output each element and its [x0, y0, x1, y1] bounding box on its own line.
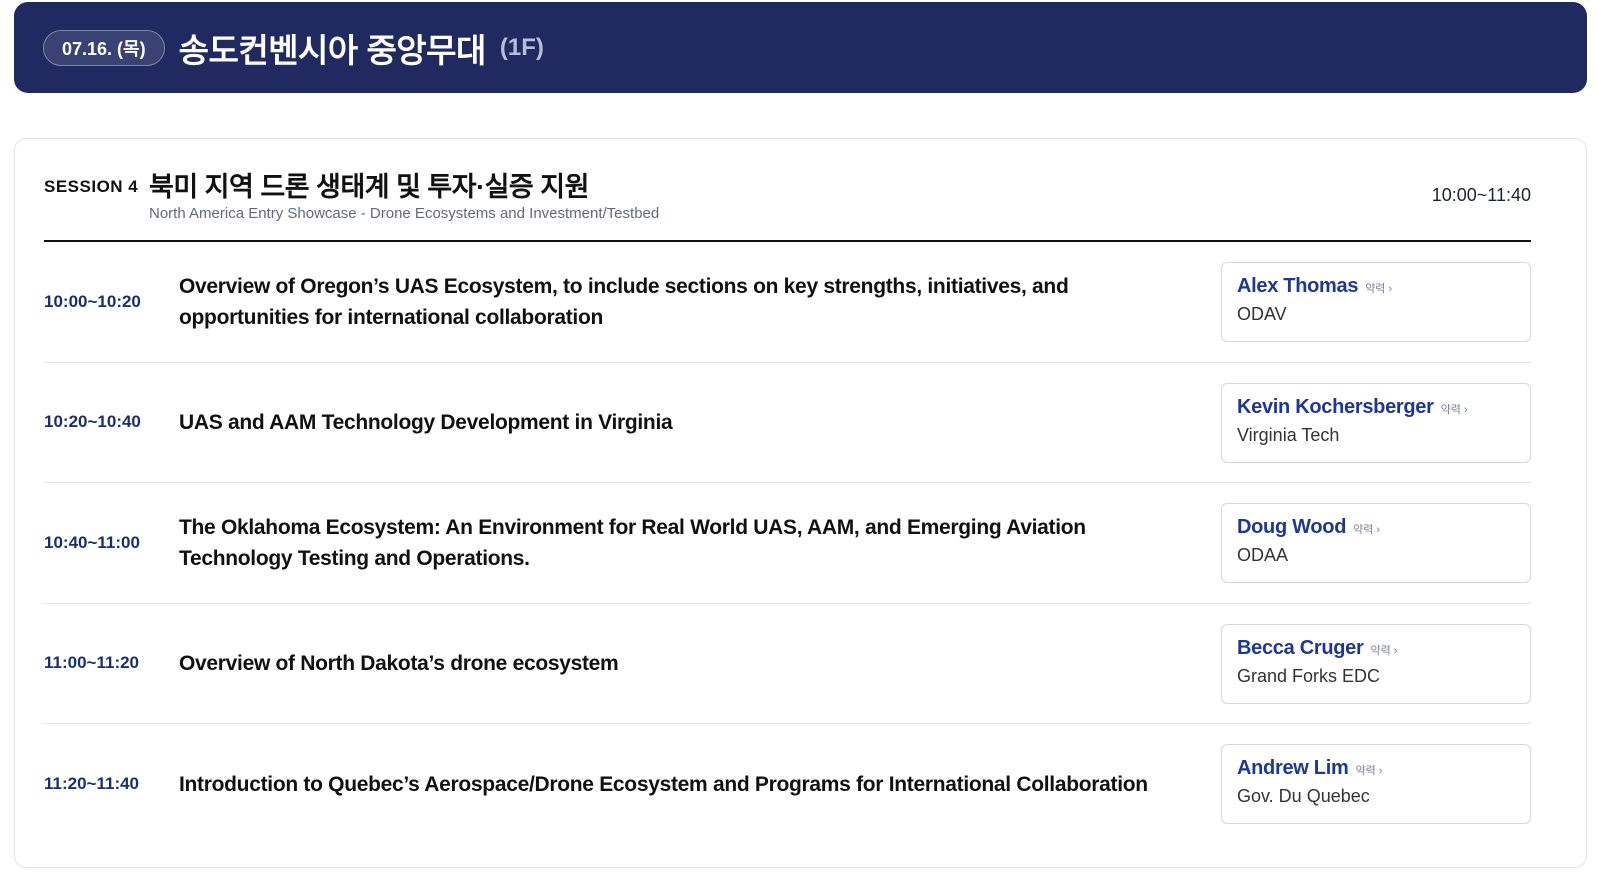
bio-link[interactable]: 약력 ›	[1365, 280, 1392, 296]
talk-time: 10:20~10:40	[44, 412, 141, 432]
speaker-organization: ODAV	[1237, 304, 1287, 324]
speaker-name-link[interactable]: Alex Thomas	[1237, 275, 1358, 298]
talk-row: 10:00~10:20 Overview of Oregon’s UAS Eco…	[44, 242, 1531, 363]
speaker-organization: Virginia Tech	[1237, 424, 1340, 445]
speaker-name-link[interactable]: Andrew Lim	[1237, 757, 1349, 780]
talk-row: 10:40~11:00 The Oklahoma Ecosystem: An E…	[44, 483, 1531, 604]
speaker-name-link[interactable]: Doug Wood	[1237, 516, 1346, 539]
speaker-card: Becca Cruger 약력 › Grand Forks EDC	[1221, 623, 1531, 704]
talk-time: 11:20~11:40	[44, 774, 140, 794]
bio-link[interactable]: 약력 ›	[1370, 642, 1397, 658]
floor-label: (1F)	[499, 33, 544, 61]
session-subtitle: North America Entry Showcase - Drone Eco…	[149, 205, 660, 222]
session-title: 북미 지역 드론 생태계 및 투자·실증 지원	[149, 172, 589, 202]
venue-banner: 07.16. (목) 송도컨벤시아 중앙무대 (1F)	[14, 2, 1587, 93]
talk-row: 11:20~11:40 Introduction to Quebec’s Aer…	[44, 724, 1531, 845]
speaker-name-link[interactable]: Becca Cruger	[1237, 637, 1364, 660]
talk-list: 10:00~10:20 Overview of Oregon’s UAS Eco…	[44, 242, 1531, 845]
bio-link[interactable]: 약력 ›	[1441, 401, 1468, 417]
speaker-card: Kevin Kochersberger 약력 › Virginia Tech	[1221, 382, 1531, 463]
talk-time: 10:40~11:00	[44, 532, 140, 552]
session-time: 10:00~11:40	[1431, 185, 1531, 205]
talk-time: 10:00~10:20	[44, 291, 141, 311]
speaker-card: Andrew Lim 약력 › Gov. Du Quebec	[1221, 744, 1531, 824]
speaker-organization: Gov. Du Quebec	[1237, 786, 1370, 806]
talk-row: 10:20~10:40 UAS and AAM Technology Devel…	[44, 363, 1531, 483]
venue-title: 송도컨벤시아 중앙무대	[178, 31, 487, 69]
talk-title: Overview of North Dakota’s drone ecosyst…	[179, 651, 619, 675]
talk-title: The Oklahoma Ecosystem: An Environment f…	[179, 515, 1086, 570]
talk-title: Introduction to Quebec’s Aerospace/Drone…	[179, 772, 1148, 796]
session-card: SESSION 4 북미 지역 드론 생태계 및 투자·실증 지원 North …	[14, 138, 1587, 868]
talk-title: Overview of Oregon’s UAS Ecosystem, to i…	[179, 274, 1069, 329]
session-header: SESSION 4 북미 지역 드론 생태계 및 투자·실증 지원 North …	[44, 165, 1531, 241]
speaker-name-link[interactable]: Kevin Kochersberger	[1237, 396, 1434, 419]
talk-title: UAS and AAM Technology Development in Vi…	[179, 410, 673, 434]
session-number: SESSION 4	[44, 177, 139, 196]
speaker-card: Alex Thomas 약력 › ODAV	[1221, 262, 1531, 342]
date-badge: 07.16. (목)	[43, 29, 165, 66]
talk-row: 11:00~11:20 Overview of North Dakota’s d…	[44, 604, 1531, 724]
speaker-organization: ODAA	[1237, 545, 1289, 565]
talk-time: 11:00~11:20	[44, 653, 140, 673]
bio-link[interactable]: 약력 ›	[1355, 762, 1382, 778]
bio-link[interactable]: 약력 ›	[1353, 521, 1380, 537]
speaker-organization: Grand Forks EDC	[1237, 665, 1381, 686]
speaker-card: Doug Wood 약력 › ODAA	[1221, 503, 1531, 583]
